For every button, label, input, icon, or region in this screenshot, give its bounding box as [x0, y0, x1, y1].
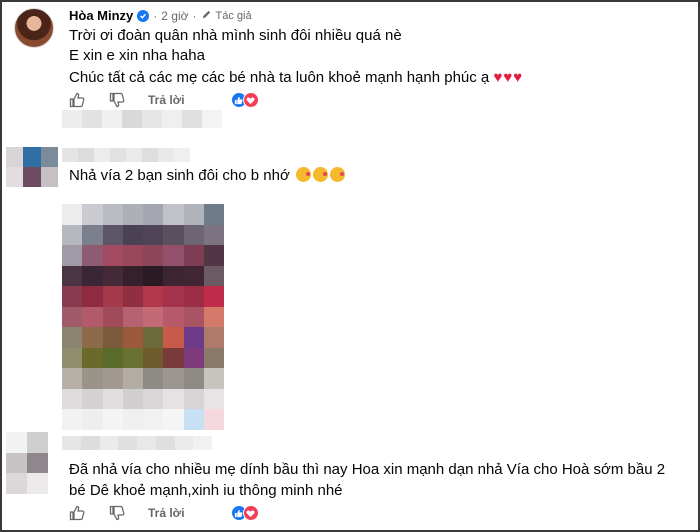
author-badge: Tác giả [215, 9, 252, 22]
blurred-username [62, 148, 190, 162]
comment-line: Chúc tất cả các mẹ các bé nhà ta luôn kh… [69, 69, 490, 86]
heart-emoji-icon: ♥♥♥ [493, 69, 524, 86]
reply-button[interactable]: Trả lời [148, 506, 185, 520]
attached-image-blurred[interactable] [62, 204, 224, 430]
comment-body: Nhả vía 2 bạn sinh đôi cho b nhớ [69, 166, 345, 186]
comment-line: Nhả vía 2 bạn sinh đôi cho b nhớ [69, 167, 290, 184]
reaction-summary[interactable] [230, 505, 259, 521]
kiss-emoji-icon [330, 167, 345, 182]
comment-time[interactable]: 2 giờ [161, 9, 188, 23]
comment-line: Đã nhả vía cho nhiều mẹ dính bầu thì nay… [69, 461, 666, 478]
blurred-username [62, 436, 212, 450]
comment-actions: Trả lời [68, 91, 259, 109]
verified-badge-icon [137, 9, 150, 22]
comment-line: Trời ơi đoàn quân nhà mình sinh đôi nhiề… [69, 27, 402, 44]
comment-actions: Trả lời [68, 504, 259, 522]
kiss-emoji-icon [296, 167, 311, 182]
love-reaction-icon [242, 92, 259, 108]
dot-separator: · [192, 8, 197, 23]
commenter-avatar-blurred[interactable] [6, 147, 58, 187]
like-icon[interactable] [68, 504, 86, 522]
author-avatar[interactable] [14, 8, 54, 48]
author-line: Hòa Minzy · 2 giờ · Tác giả [69, 8, 252, 23]
reaction-summary[interactable] [230, 92, 259, 108]
blurred-region [62, 110, 222, 128]
reply-button[interactable]: Trả lời [148, 93, 185, 107]
love-reaction-icon [242, 505, 259, 521]
author-name[interactable]: Hòa Minzy [69, 8, 133, 23]
kiss-emoji-icon [313, 167, 328, 182]
commenter-avatar-blurred[interactable] [6, 432, 48, 494]
comment-line: bé Dê khoẻ mạnh,xinh iu thông minh nhé [69, 482, 343, 499]
comment-line-with-hearts: Chúc tất cả các mẹ các bé nhà ta luôn kh… [69, 68, 523, 88]
dislike-icon[interactable] [108, 504, 126, 522]
comment-thread: Hòa Minzy · 2 giờ · Tác giả Trời ơi đoàn… [0, 0, 700, 532]
dot-separator: · [153, 8, 158, 23]
comment-line: E xin e xin nha haha [69, 47, 205, 64]
pencil-icon [201, 8, 212, 23]
dislike-icon[interactable] [108, 91, 126, 109]
like-icon[interactable] [68, 91, 86, 109]
